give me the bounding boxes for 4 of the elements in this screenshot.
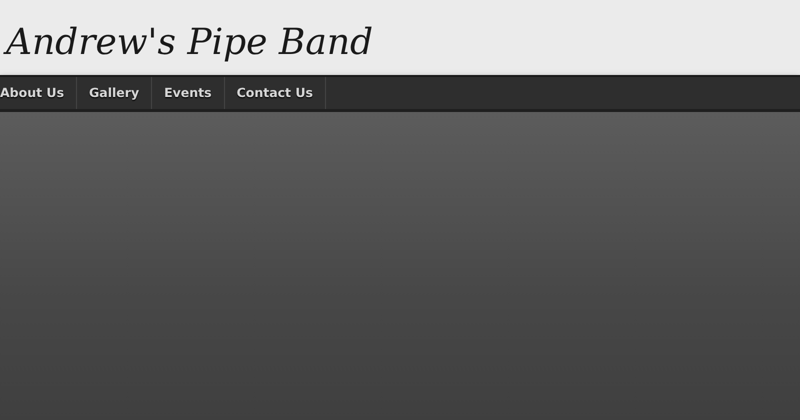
nav-link[interactable]: Contact Us: [224, 77, 326, 109]
nav-link[interactable]: Events: [152, 77, 225, 109]
nav-link[interactable]: About Us: [0, 77, 78, 109]
nav-link[interactable]: Gallery: [77, 77, 152, 109]
